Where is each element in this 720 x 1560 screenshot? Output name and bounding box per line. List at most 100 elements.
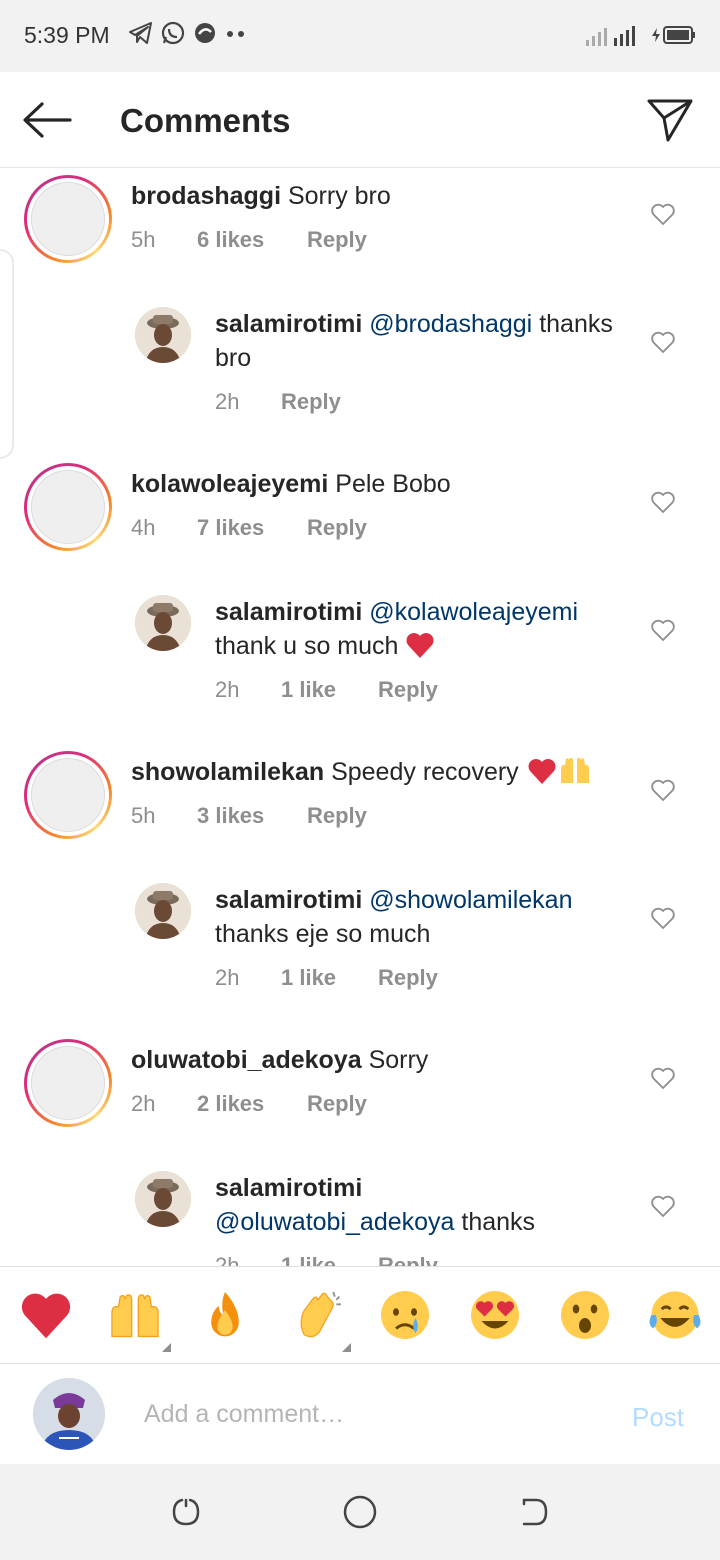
comment-input[interactable]	[144, 1394, 584, 1434]
reply-avatar[interactable]	[135, 307, 191, 363]
signal-icon	[586, 26, 635, 46]
back-button[interactable]	[20, 96, 74, 144]
reply-button[interactable]: Reply	[378, 677, 438, 703]
mention-link[interactable]: @kolawoleajeyemi	[369, 598, 578, 626]
back-nav-icon	[522, 1498, 548, 1526]
reply-username[interactable]: salamirotimi	[215, 598, 362, 626]
like-heart-icon[interactable]	[650, 905, 676, 931]
comment-username[interactable]: showolamilekan	[131, 758, 324, 786]
reply-button[interactable]: Reply	[307, 515, 367, 541]
reply-meta: 2h 1 like Reply	[215, 965, 438, 991]
mention-link[interactable]: @brodashaggi	[369, 310, 532, 338]
comment-time: 5h	[131, 227, 156, 252]
my-avatar[interactable]	[33, 1378, 105, 1450]
comment-likes[interactable]: 2 likes	[197, 1091, 307, 1117]
reply-username[interactable]: salamirotimi	[215, 1174, 362, 1202]
comment-text: oluwatobi_adekoya Sorry	[131, 1043, 631, 1077]
recent-apps-button[interactable]	[168, 1494, 204, 1530]
like-heart-icon[interactable]	[650, 329, 676, 355]
red-heart-emoji	[528, 759, 556, 784]
status-bar: 5:39 PM	[0, 0, 720, 72]
crying-face-emoji-button[interactable]	[377, 1287, 433, 1343]
avatar[interactable]	[24, 751, 112, 839]
like-heart-icon[interactable]	[650, 489, 676, 515]
share-button[interactable]	[644, 96, 696, 144]
like-heart-icon[interactable]	[650, 1193, 676, 1219]
reply-body: thanks	[461, 1208, 536, 1236]
clapping-hands-icon	[300, 1291, 341, 1338]
reply-avatar[interactable]	[135, 883, 191, 939]
post-button[interactable]: Post	[632, 1402, 684, 1433]
like-heart-icon[interactable]	[650, 1065, 676, 1091]
comment-username[interactable]: kolawoleajeyemi	[131, 470, 328, 498]
reply-button[interactable]: Reply	[307, 803, 367, 829]
reply-time: 2h	[215, 965, 240, 990]
comment-likes[interactable]: 6 likes	[197, 227, 307, 253]
reply-time: 2h	[215, 677, 240, 702]
reply-likes[interactable]: 1 like	[281, 677, 378, 703]
like-heart-icon[interactable]	[650, 777, 676, 803]
back-nav-button[interactable]	[516, 1494, 552, 1530]
raising-hands-emoji-button[interactable]	[107, 1287, 163, 1343]
comment-thread: oluwatobi_adekoya Sorry 2h 2 likes Reply…	[0, 1033, 720, 1266]
raising-hands-icon	[111, 1294, 159, 1338]
comment-thread: kolawoleajeyemi Pele Bobo 4h 7 likes Rep…	[0, 457, 720, 747]
comment-meta: 2h 2 likes Reply	[131, 1091, 367, 1117]
comment-text: kolawoleajeyemi Pele Bobo	[131, 467, 631, 501]
comment-thread: showolamilekan Speedy recovery 5h 3 like…	[0, 745, 720, 1035]
reply-body: thank u so much	[215, 632, 399, 660]
avatar[interactable]	[24, 463, 112, 551]
comment-list[interactable]: brodashaggi Sorry bro 5h 6 likes Reply s…	[0, 169, 720, 1266]
like-heart-icon[interactable]	[650, 201, 676, 227]
comment-meta: 5h 6 likes Reply	[131, 227, 367, 253]
battery-charging-icon	[652, 26, 695, 44]
tears-of-joy-face-icon	[649, 1291, 701, 1339]
comment-time: 4h	[131, 515, 156, 540]
reply-button[interactable]: Reply	[281, 389, 341, 415]
reply-avatar[interactable]	[135, 1171, 191, 1227]
astonished-face-emoji-button[interactable]	[557, 1287, 613, 1343]
reply-meta: 2h Reply	[215, 389, 341, 415]
comment-likes[interactable]: 7 likes	[197, 515, 307, 541]
comment-likes[interactable]: 3 likes	[197, 803, 307, 829]
mention-link[interactable]: @oluwatobi_adekoya	[215, 1208, 454, 1236]
page-title: Comments	[120, 102, 291, 139]
reply-button[interactable]: Reply	[378, 965, 438, 991]
direct-send-icon	[647, 99, 693, 142]
tears-of-joy-emoji-button[interactable]	[647, 1287, 703, 1343]
reply-text: salamirotimi @oluwatobi_adekoya thanks	[215, 1171, 635, 1239]
crying-face-icon	[381, 1291, 429, 1339]
clapping-hands-emoji-button[interactable]	[290, 1287, 346, 1343]
comment-username[interactable]: brodashaggi	[131, 182, 281, 210]
reply-username[interactable]: salamirotimi	[215, 886, 362, 914]
more-notifications-icon	[227, 31, 244, 37]
reply-button[interactable]: Reply	[307, 227, 367, 253]
comment-time: 2h	[131, 1091, 156, 1116]
comment-body: Sorry bro	[287, 182, 391, 210]
reply-likes[interactable]: 1 like	[281, 965, 378, 991]
avatar[interactable]	[24, 1039, 112, 1127]
red-heart-icon	[21, 1293, 71, 1339]
system-nav-bar	[0, 1464, 720, 1560]
comment-composer: Post	[0, 1364, 720, 1464]
red-heart-emoji-button[interactable]	[18, 1287, 74, 1343]
heart-eyes-emoji-button[interactable]	[467, 1287, 523, 1343]
telegram-icon	[129, 22, 152, 44]
home-button[interactable]	[342, 1494, 378, 1530]
header: Comments	[0, 72, 720, 168]
app-notification-icon	[195, 23, 215, 43]
reply-text: salamirotimi @brodashaggi thanks bro	[215, 307, 635, 375]
avatar[interactable]	[24, 175, 112, 263]
fire-emoji-button[interactable]	[197, 1287, 253, 1343]
reply-button[interactable]: Reply	[307, 1091, 367, 1117]
like-heart-icon[interactable]	[650, 617, 676, 643]
reply-likes[interactable]: 1 like	[281, 1253, 378, 1266]
reply-username[interactable]: salamirotimi	[215, 310, 362, 338]
reply-button[interactable]: Reply	[378, 1253, 438, 1266]
fire-icon	[211, 1292, 239, 1337]
reply-avatar[interactable]	[135, 595, 191, 651]
comment-username[interactable]: oluwatobi_adekoya	[131, 1046, 362, 1074]
whatsapp-icon	[161, 21, 185, 45]
mention-link[interactable]: @showolamilekan	[369, 886, 572, 914]
reply-body: thanks eje so much	[215, 920, 431, 948]
